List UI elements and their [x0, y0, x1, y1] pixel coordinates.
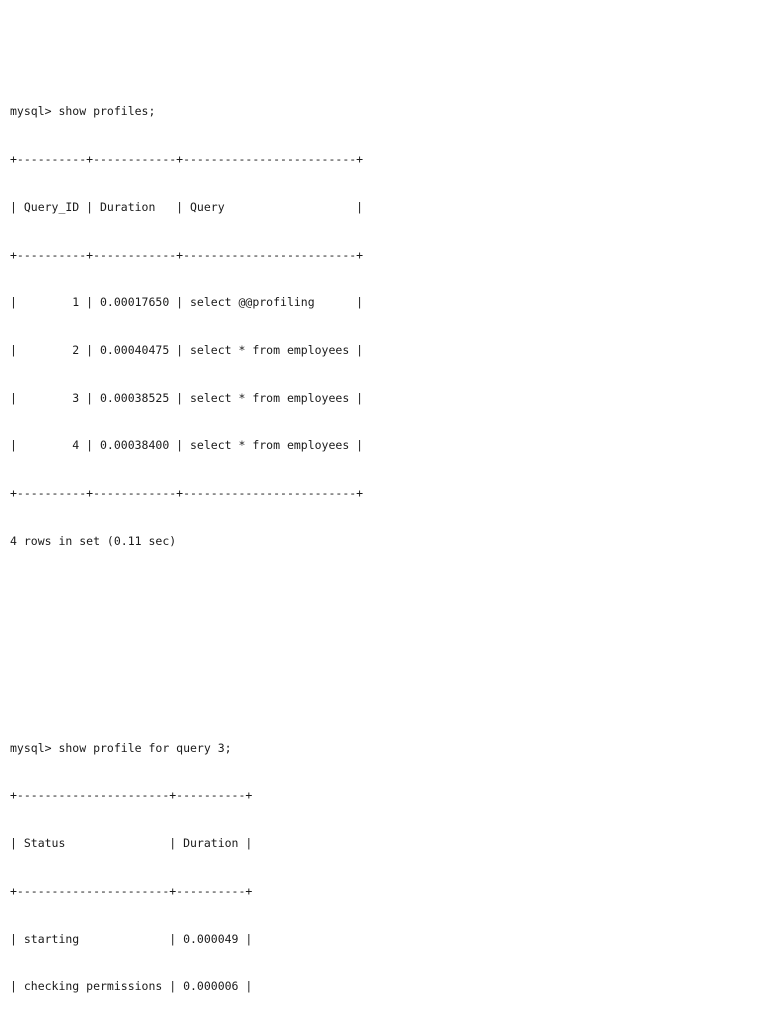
table-row: | checking permissions | 0.000006 |: [10, 979, 253, 994]
result-status: 4 rows in set (0.11 sec): [10, 533, 177, 548]
command-block-show-profiles: mysql> show profiles; +----------+------…: [10, 73, 768, 582]
table-rule-mid: +----------------------+----------+: [10, 883, 253, 898]
command-block-show-profile: mysql> show profile for query 3; +------…: [10, 709, 768, 1020]
table-row: | 3 | 0.00038525 | select * from employe…: [10, 390, 364, 405]
table-row: | 1 | 0.00017650 | select @@profiling |: [10, 295, 364, 310]
command-line: mysql> show profile for query 3;: [10, 740, 232, 755]
table-header-row: | Query_ID | Duration | Query |: [10, 199, 364, 214]
table-row: | starting | 0.000049 |: [10, 931, 253, 946]
table-header-row: | Status | Duration |: [10, 836, 253, 851]
command-line: mysql> show profiles;: [10, 104, 156, 119]
table-rule-mid: +----------+------------+---------------…: [10, 247, 364, 262]
table-rule-top: +----------------------+----------+: [10, 788, 253, 803]
terminal-output[interactable]: mysql> show profiles; +----------+------…: [0, 0, 768, 1020]
table-row: | 2 | 0.00040475 | select * from employe…: [10, 343, 364, 358]
table-rule-top: +----------+------------+---------------…: [10, 152, 364, 167]
table-rule-bottom: +----------+------------+---------------…: [10, 486, 364, 501]
table-row: | 4 | 0.00038400 | select * from employe…: [10, 438, 364, 453]
